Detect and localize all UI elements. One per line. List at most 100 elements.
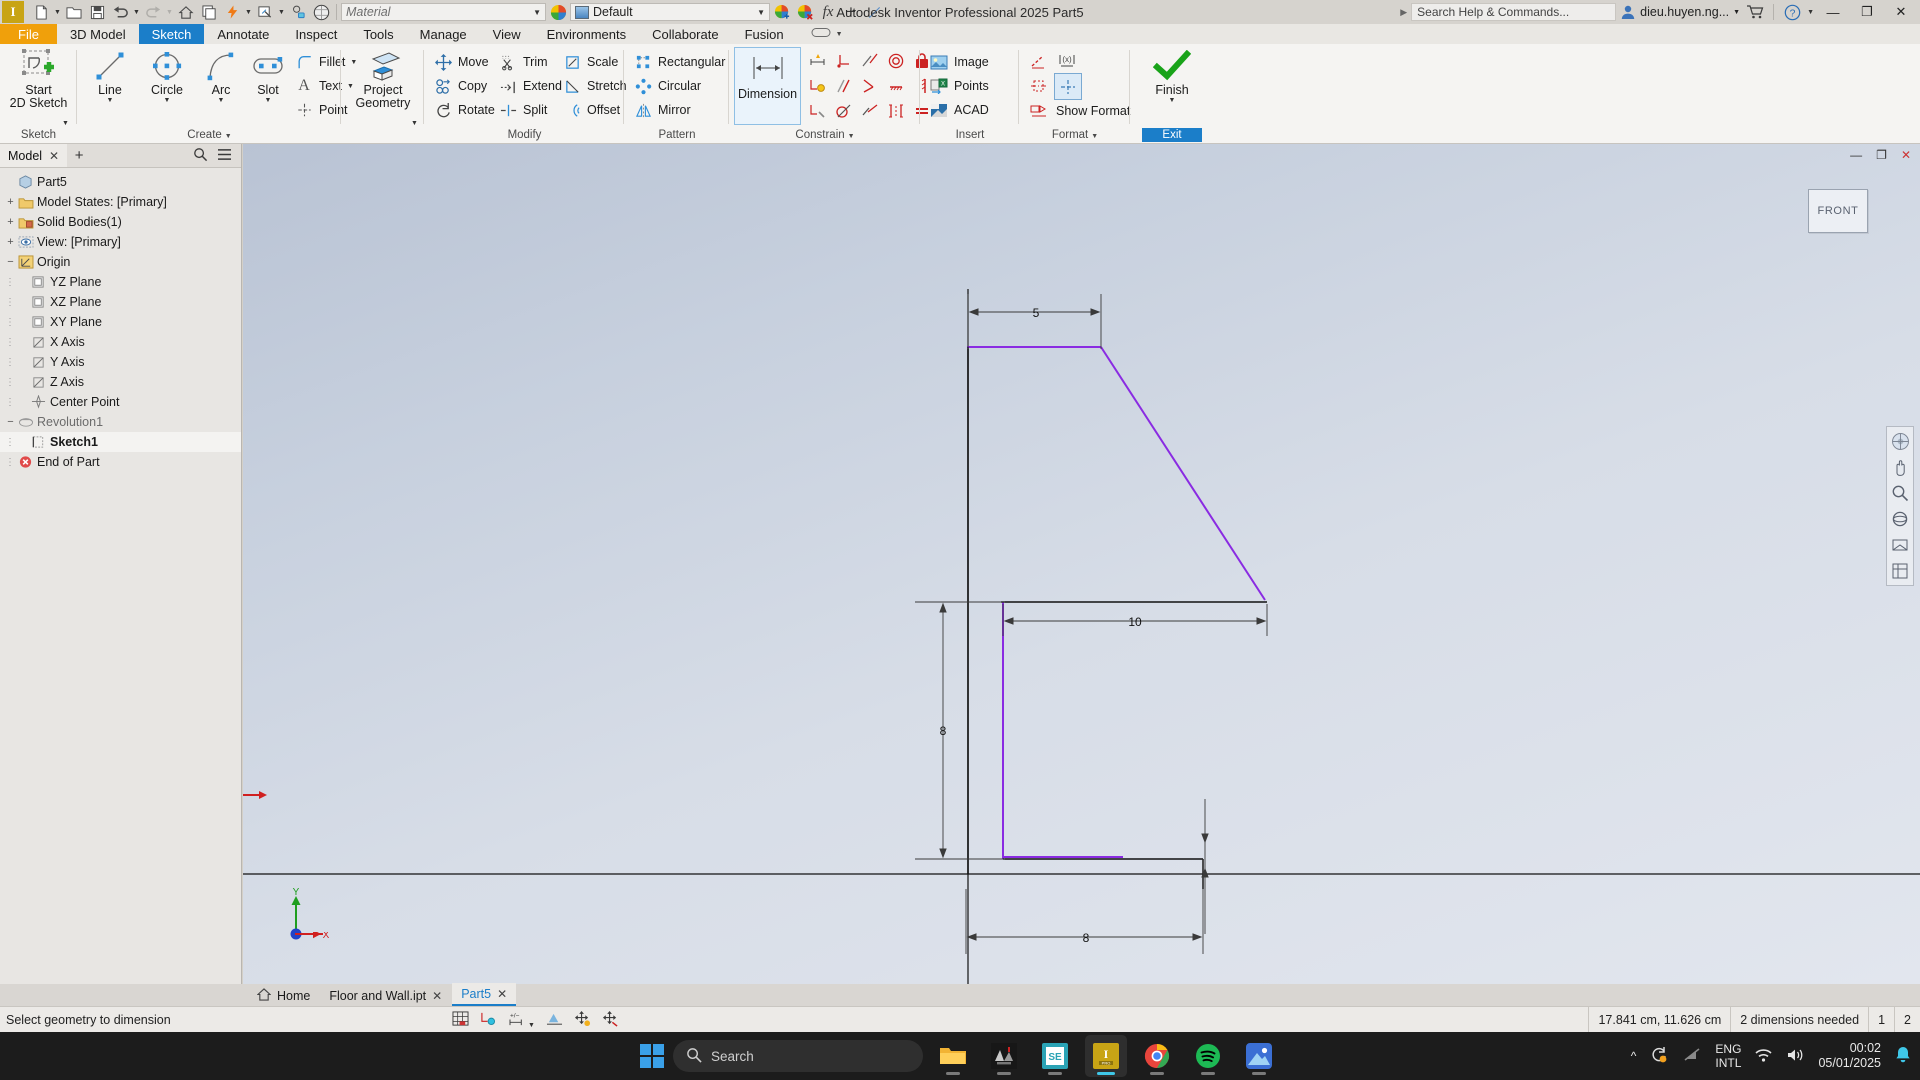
show-format-icon[interactable] — [1026, 98, 1052, 123]
taskbar-clock[interactable]: 00:02 05/01/2025 — [1818, 1041, 1881, 1071]
rotate-button[interactable]: Rotate — [433, 98, 495, 122]
select-icon[interactable] — [254, 2, 276, 22]
tab-annotate[interactable]: Annotate — [204, 24, 282, 44]
circle-button[interactable]: Circle ▼ — [138, 44, 196, 104]
dimension-display-icon[interactable]: +/− ▼ — [508, 1011, 535, 1030]
account-menu[interactable]: dieu.huyen.ng... ▼ — [1620, 4, 1740, 20]
lightning-icon[interactable] — [221, 2, 243, 22]
tree-item-model-states[interactable]: + Model States: [Primary] — [0, 192, 241, 212]
circular-pattern-button[interactable]: Circular — [633, 74, 725, 98]
tree-item-center-point[interactable]: ⋮ Center Point — [0, 392, 241, 412]
tab-manage[interactable]: Manage — [407, 24, 480, 44]
tab-environments[interactable]: Environments — [534, 24, 639, 44]
chrome-icon[interactable] — [1136, 1035, 1178, 1077]
collinear-constraint-icon[interactable] — [857, 48, 883, 73]
tab-view[interactable]: View — [480, 24, 534, 44]
tree-item-revolution1[interactable]: − Revolution1 — [0, 412, 241, 432]
expander-icon[interactable]: − — [4, 417, 17, 428]
tree-item-x-axis[interactable]: ⋮ X Axis — [0, 332, 241, 352]
circle-dropdown-icon[interactable]: ▼ — [164, 97, 171, 104]
volume-icon[interactable] — [1786, 1047, 1805, 1066]
redo-dropdown-icon[interactable]: ▼ — [165, 2, 174, 22]
copy-button[interactable]: Copy — [433, 74, 495, 98]
tree-item-yz-plane[interactable]: ⋮ YZ Plane — [0, 272, 241, 292]
center-point-icon[interactable] — [1054, 73, 1082, 100]
select-dropdown-icon[interactable]: ▼ — [277, 2, 286, 22]
appearance-add-icon[interactable] — [771, 2, 793, 22]
spotify-icon[interactable] — [1187, 1035, 1229, 1077]
doc-tab-part5[interactable]: Part5 ✕ — [452, 983, 517, 1006]
doc-tab-floor-and-wall[interactable]: Floor and Wall.ipt ✕ — [320, 985, 451, 1006]
expander-icon[interactable]: + — [4, 237, 17, 248]
move-button[interactable]: Move — [433, 50, 495, 74]
measure-icon[interactable] — [287, 2, 309, 22]
expander-icon[interactable]: + — [4, 217, 17, 228]
perpendicular-constraint-icon[interactable] — [857, 73, 883, 98]
dimension-button[interactable]: Dimension — [734, 47, 801, 125]
photos-icon[interactable] — [1238, 1035, 1280, 1077]
finish-sketch-button[interactable]: Finish ▼ — [1131, 44, 1213, 104]
show-constraints-icon[interactable] — [805, 73, 831, 98]
scale-button[interactable]: Scale — [562, 50, 627, 74]
help-dropdown-icon[interactable]: ▼ — [1807, 9, 1814, 16]
media-app-icon[interactable] — [983, 1035, 1025, 1077]
help-icon[interactable]: ? — [1781, 2, 1803, 22]
tree-item-xy-plane[interactable]: ⋮ XY Plane — [0, 312, 241, 332]
slot-dropdown-icon[interactable]: ▼ — [265, 97, 272, 104]
tab-3d-model[interactable]: 3D Model — [57, 24, 139, 44]
mirror-button[interactable]: Mirror — [633, 98, 725, 122]
tab-sketch[interactable]: Sketch — [138, 24, 205, 44]
material-selector[interactable]: Material ▼ — [341, 3, 546, 21]
sublime-editor-icon[interactable]: SE — [1034, 1035, 1076, 1077]
help-expand-icon[interactable]: ▶ — [1400, 7, 1407, 18]
home-icon[interactable] — [175, 2, 197, 22]
driven-dimension-icon[interactable]: (x) — [1054, 48, 1080, 73]
expander-icon[interactable]: − — [4, 257, 17, 268]
material-sphere-icon[interactable] — [310, 2, 332, 22]
project-geometry-button[interactable]: Project Geometry — [342, 44, 424, 110]
start-2d-sketch-button[interactable]: Start 2D Sketch — [0, 44, 77, 110]
tree-item-origin[interactable]: − Origin — [0, 252, 241, 272]
rectangular-pattern-button[interactable]: Rectangular — [633, 50, 725, 74]
auto-dimension-icon[interactable] — [602, 1010, 619, 1030]
add-browser-tab-button[interactable]: + — [67, 147, 91, 164]
tab-file[interactable]: File — [0, 24, 57, 44]
update-icon[interactable] — [198, 2, 220, 22]
close-icon[interactable]: ✕ — [49, 149, 59, 163]
coincident-constraint-icon[interactable] — [831, 48, 857, 73]
auto-dimension-icon[interactable] — [805, 48, 831, 73]
help-search-input[interactable]: Search Help & Commands... — [1411, 3, 1617, 21]
symmetric-constraint-icon[interactable] — [883, 98, 909, 123]
tree-item-z-axis[interactable]: ⋮ Z Axis — [0, 372, 241, 392]
expander-icon[interactable]: + — [4, 197, 17, 208]
horizontal-constraint-icon[interactable] — [883, 73, 909, 98]
smooth-constraint-icon[interactable] — [857, 98, 883, 123]
graphics-canvas[interactable]: — ❐ ✕ FRONT 5 10 8 8 Y X — [243, 144, 1920, 993]
slice-graphics-icon[interactable] — [546, 1011, 563, 1030]
project-geometry-dropdown-icon[interactable]: ▼ — [411, 120, 418, 127]
tangent-constraint-icon[interactable] — [831, 98, 857, 123]
tree-item-sketch1[interactable]: ⋮ Sketch1 — [0, 432, 241, 452]
tab-inspect[interactable]: Inspect — [282, 24, 350, 44]
redo-icon[interactable] — [142, 2, 164, 22]
windows-start-icon[interactable] — [640, 1044, 664, 1068]
new-file-icon[interactable] — [30, 2, 52, 22]
tree-item-solid-bodies[interactable]: + Solid Bodies(1) — [0, 212, 241, 232]
line-dropdown-icon[interactable]: ▼ — [107, 97, 114, 104]
concentric-constraint-icon[interactable] — [883, 48, 909, 73]
extend-button[interactable]: Extend — [498, 74, 562, 98]
arc-button[interactable]: Arc ▼ — [198, 44, 244, 104]
constraint-visibility-icon[interactable] — [480, 1011, 497, 1030]
language-indicator[interactable]: ENG INTL — [1715, 1042, 1741, 1070]
close-button[interactable]: ✕ — [1886, 0, 1916, 24]
drag-constraint-icon[interactable] — [574, 1010, 591, 1030]
acad-button[interactable]: ACAD — [929, 98, 989, 122]
constraint-settings-icon[interactable] — [805, 98, 831, 123]
browser-menu-icon[interactable] — [217, 148, 232, 164]
open-file-icon[interactable] — [63, 2, 85, 22]
tree-item-xz-plane[interactable]: ⋮ XZ Plane — [0, 292, 241, 312]
lightning-dropdown-icon[interactable]: ▼ — [244, 2, 253, 22]
start-2d-sketch-dropdown-icon[interactable]: ▼ — [62, 120, 69, 127]
browser-tab-model[interactable]: Model ✕ — [0, 144, 68, 167]
doc-tab-home[interactable]: Home — [248, 985, 319, 1006]
